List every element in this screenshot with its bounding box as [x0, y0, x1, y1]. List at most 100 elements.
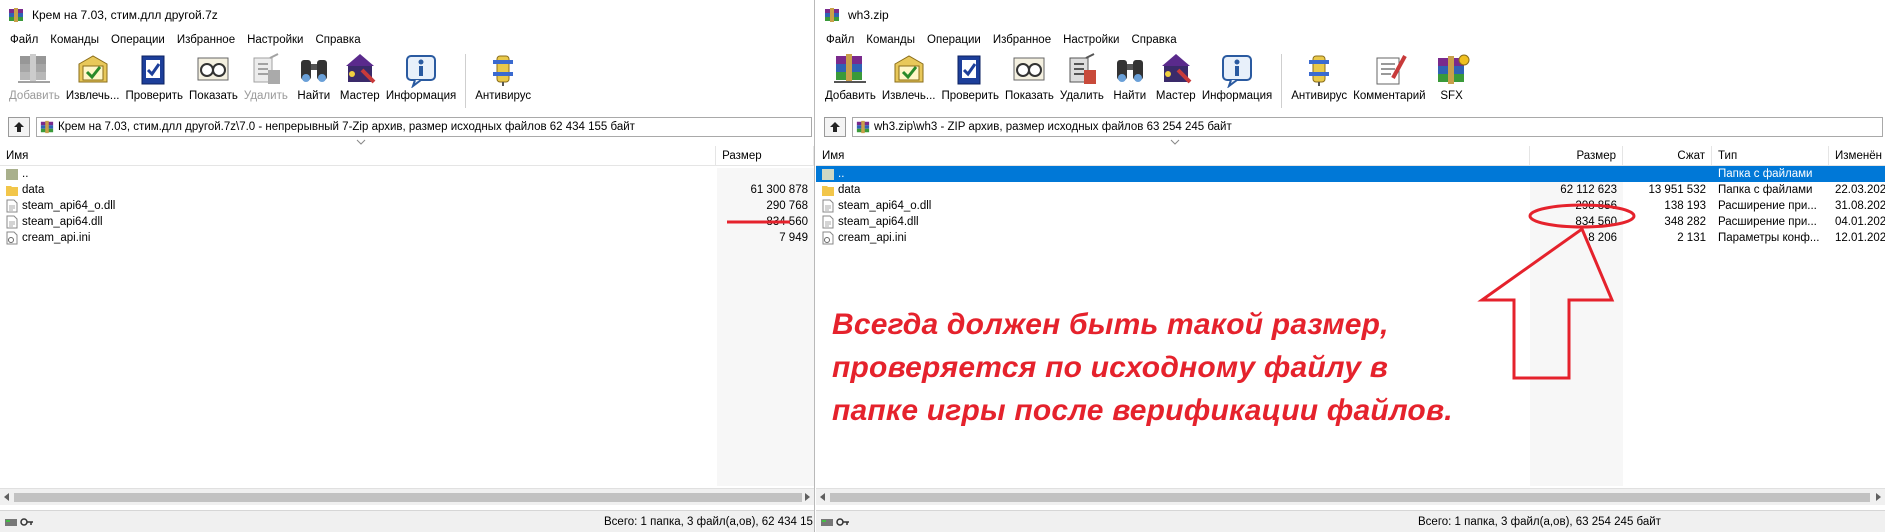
extract-button[interactable]: Извлечь...: [879, 52, 939, 102]
menu-item-3[interactable]: Избранное: [171, 34, 241, 46]
menu-item-2[interactable]: Операции: [105, 34, 171, 46]
view-button[interactable]: Показать: [186, 52, 241, 102]
test-button[interactable]: Проверить: [123, 52, 187, 102]
winrar-app-icon: [825, 8, 839, 22]
find-button[interactable]: Найти: [291, 52, 337, 102]
sfx-button[interactable]: SFX: [1429, 52, 1475, 102]
horizontal-scrollbar[interactable]: [0, 488, 814, 505]
table-row[interactable]: steam_api64_o.dll 290 768: [0, 198, 814, 214]
table-row[interactable]: .. Папка с файлами: [816, 166, 1885, 182]
view-button[interactable]: Показать: [1002, 52, 1057, 102]
winrar-app-icon: [9, 8, 23, 22]
parent-folder-icon: [822, 169, 834, 180]
table-row[interactable]: data 61 300 878: [0, 182, 814, 198]
file-name-cell: cream_api.ini: [0, 231, 716, 245]
comment-button[interactable]: Комментарий: [1350, 52, 1428, 102]
delete-button[interactable]: Удалить: [1057, 52, 1107, 102]
column-header-name[interactable]: Имя: [816, 146, 1530, 165]
up-folder-button[interactable]: [824, 117, 846, 137]
table-row[interactable]: steam_api64_o.dll 298 856 138 193 Расширени…: [816, 198, 1885, 214]
file-size-cell: 7 949: [779, 232, 808, 244]
add-archive-button[interactable]: Добавить: [6, 52, 63, 102]
scroll-right-icon[interactable]: [805, 493, 810, 501]
path-field[interactable]: Крем на 7.03, стим.длл другой.7z\7.0 - н…: [36, 117, 812, 137]
file-size-cell: 834 560: [766, 216, 808, 228]
delete-icon: [246, 52, 286, 88]
info-icon: [1217, 52, 1257, 88]
scroll-left-icon[interactable]: [820, 493, 825, 501]
dll-file-icon: [822, 215, 834, 229]
file-list: .. Папка с файлами data 62 112 623 13 951 53…: [816, 166, 1885, 246]
antivirus-icon: [483, 52, 523, 88]
toolbar-label: Антивирус: [1291, 90, 1348, 102]
file-name-cell: cream_api.ini: [816, 231, 1530, 245]
table-row[interactable]: steam_api64.dll 834 560: [0, 214, 814, 230]
file-name-cell: steam_api64.dll: [0, 215, 716, 229]
table-row[interactable]: cream_api.ini 7 949: [0, 230, 814, 246]
wizard-button[interactable]: Мастер: [337, 52, 383, 102]
menu-item-4[interactable]: Настройки: [1057, 34, 1125, 46]
find-icon: [294, 52, 334, 88]
menu-item-4[interactable]: Настройки: [241, 34, 309, 46]
archive-icon: [40, 120, 54, 134]
menu-item-3[interactable]: Избранное: [987, 34, 1057, 46]
file-modified-cell: 12.01.2026 2: [1835, 232, 1885, 244]
scroll-left-icon[interactable]: [4, 493, 9, 501]
dll-file-icon: [6, 199, 18, 213]
antivirus-button[interactable]: Антивирус: [472, 52, 534, 102]
column-header-size[interactable]: Размер: [716, 146, 814, 165]
column-header-modified[interactable]: Изменён: [1829, 146, 1885, 165]
status-bar: Всего: 1 папка, 3 файл(а,ов), 63 254 245…: [816, 510, 1885, 532]
key-icon: [836, 517, 849, 526]
chevron-down-icon: [356, 139, 366, 145]
toolbar-label: Антивирус: [475, 90, 532, 102]
column-header-packed[interactable]: Сжат: [1623, 146, 1712, 165]
table-row[interactable]: data 62 112 623 13 951 532 Папка с файлами 2…: [816, 182, 1885, 198]
file-size-cell: 8 206: [1588, 232, 1617, 244]
menu-item-1[interactable]: Команды: [860, 34, 921, 46]
file-packed-cell: 348 282: [1664, 216, 1706, 228]
scroll-thumb[interactable]: [830, 493, 1870, 502]
extract-icon: [73, 52, 113, 88]
parent-folder-icon: [6, 169, 18, 180]
table-row[interactable]: ..: [0, 166, 814, 182]
toolbar-label: Добавить: [9, 90, 60, 102]
toolbar-label: Найти: [1113, 90, 1147, 102]
file-list: .. data 61 300 878 steam_api64_o.dll 290 768…: [0, 166, 814, 246]
add-archive-icon: [14, 52, 54, 88]
delete-button[interactable]: Удалить: [241, 52, 291, 102]
info-button[interactable]: Информация: [1199, 52, 1275, 102]
menu-item-2[interactable]: Операции: [921, 34, 987, 46]
antivirus-button[interactable]: Антивирус: [1288, 52, 1350, 102]
menu-item-0[interactable]: Файл: [4, 34, 44, 46]
address-bar: Крем на 7.03, стим.длл другой.7z\7.0 - н…: [0, 116, 814, 138]
table-row[interactable]: cream_api.ini 8 206 2 131 Параметры конф...…: [816, 230, 1885, 246]
up-folder-button[interactable]: [8, 117, 30, 137]
test-button[interactable]: Проверить: [939, 52, 1003, 102]
up-arrow-icon: [830, 122, 840, 132]
menu-item-5[interactable]: Справка: [1125, 34, 1182, 46]
path-field[interactable]: wh3.zip\wh3 - ZIP архив, размер исходных…: [852, 117, 1883, 137]
horizontal-scrollbar[interactable]: [816, 488, 1885, 505]
file-packed-cell: 138 193: [1664, 200, 1706, 212]
add-archive-button[interactable]: Добавить: [822, 52, 879, 102]
file-list-header: Имя Размер Сжат Тип Изменён: [816, 146, 1885, 166]
menu-item-5[interactable]: Справка: [309, 34, 366, 46]
column-header-size[interactable]: Размер: [1530, 146, 1623, 165]
menu-item-1[interactable]: Команды: [44, 34, 105, 46]
file-size-cell: 61 300 878: [750, 184, 808, 196]
add-archive-icon: [830, 52, 870, 88]
info-button[interactable]: Информация: [383, 52, 459, 102]
scroll-right-icon[interactable]: [1876, 493, 1881, 501]
wizard-button[interactable]: Мастер: [1153, 52, 1199, 102]
file-name-cell: data: [816, 183, 1530, 197]
menu-item-0[interactable]: Файл: [820, 34, 860, 46]
key-icon: [20, 517, 33, 526]
column-header-type[interactable]: Тип: [1712, 146, 1829, 165]
file-type-cell: Папка с файлами: [1718, 168, 1813, 180]
extract-button[interactable]: Извлечь...: [63, 52, 123, 102]
table-row[interactable]: steam_api64.dll 834 560 348 282 Расширение …: [816, 214, 1885, 230]
column-header-name[interactable]: Имя: [0, 146, 717, 165]
scroll-thumb[interactable]: [14, 493, 802, 502]
find-button[interactable]: Найти: [1107, 52, 1153, 102]
